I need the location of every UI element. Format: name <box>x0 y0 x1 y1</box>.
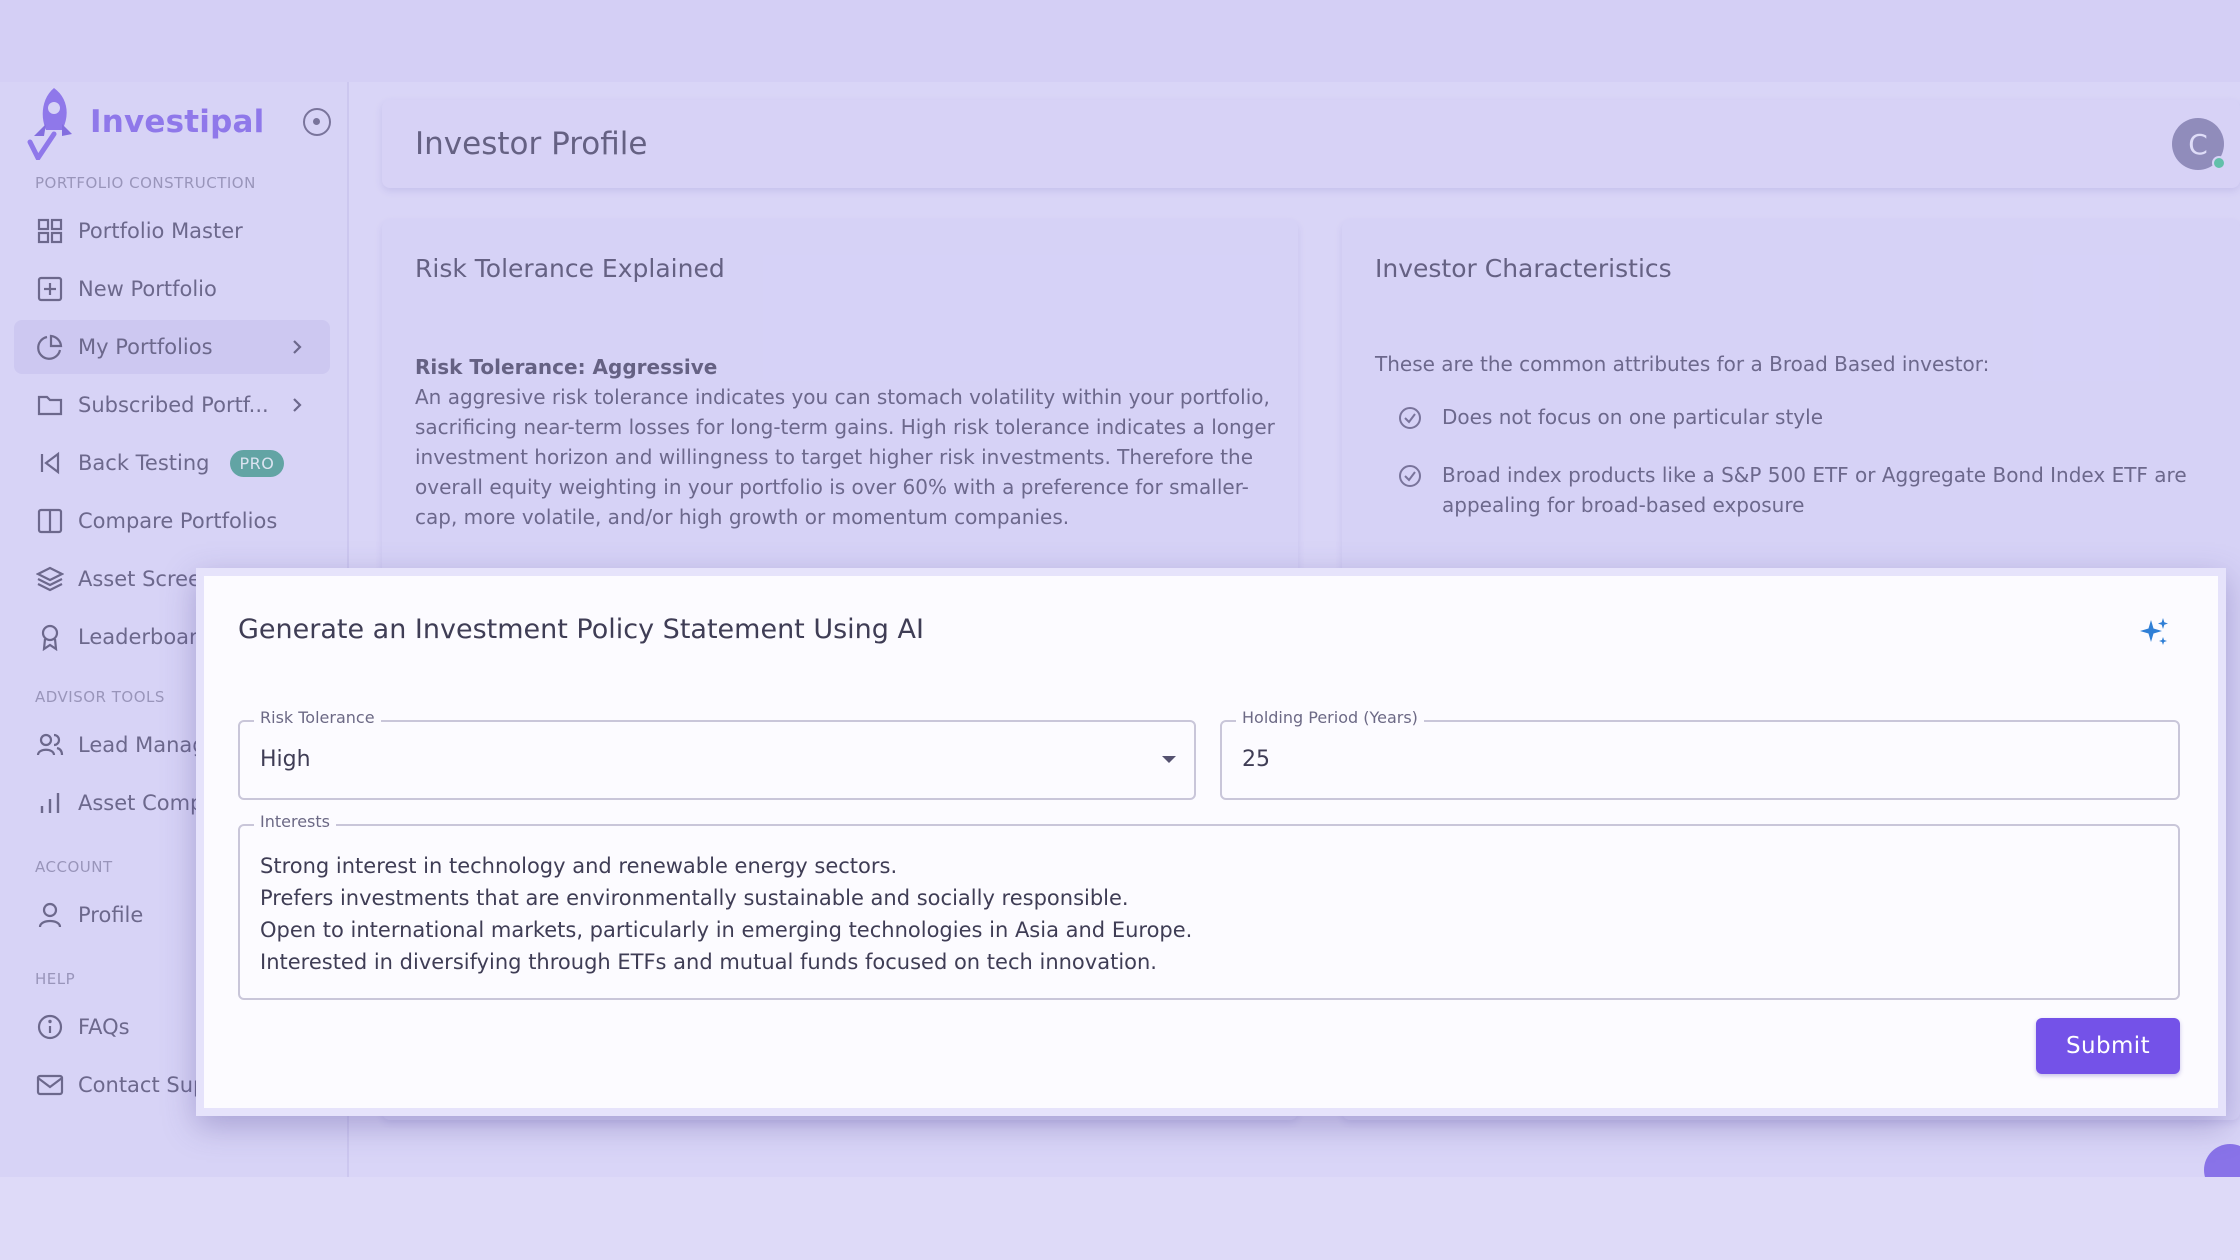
dropdown-caret-icon <box>1162 756 1176 763</box>
interest-line: Open to international markets, particula… <box>260 918 1193 942</box>
risk-tolerance-label: Risk Tolerance <box>254 708 381 727</box>
submit-button[interactable]: Submit <box>2036 1018 2180 1074</box>
ips-generator-modal: Generate an Investment Policy Statement … <box>196 568 2226 1116</box>
holding-period-input[interactable]: Holding Period (Years) 25 <box>1220 708 2180 800</box>
interest-line: Interested in diversifying through ETFs … <box>260 950 1157 974</box>
interests-text: Strong interest in technology and renewa… <box>260 850 1192 978</box>
holding-period-label: Holding Period (Years) <box>1236 708 1424 727</box>
interest-line: Strong interest in technology and renewa… <box>260 854 898 878</box>
modal-title: Generate an Investment Policy Statement … <box>238 614 924 645</box>
risk-tolerance-select[interactable]: Risk Tolerance High <box>238 708 1196 800</box>
holding-period-value: 25 <box>1242 747 1270 772</box>
risk-tolerance-value: High <box>260 747 311 772</box>
interests-label: Interests <box>254 812 336 831</box>
ai-sparkle-icon <box>2140 618 2168 645</box>
page-bottom-area <box>0 1177 2240 1260</box>
interests-textarea[interactable]: Interests Strong interest in technology … <box>238 812 2180 1000</box>
interest-line: Prefers investments that are environment… <box>260 886 1129 910</box>
